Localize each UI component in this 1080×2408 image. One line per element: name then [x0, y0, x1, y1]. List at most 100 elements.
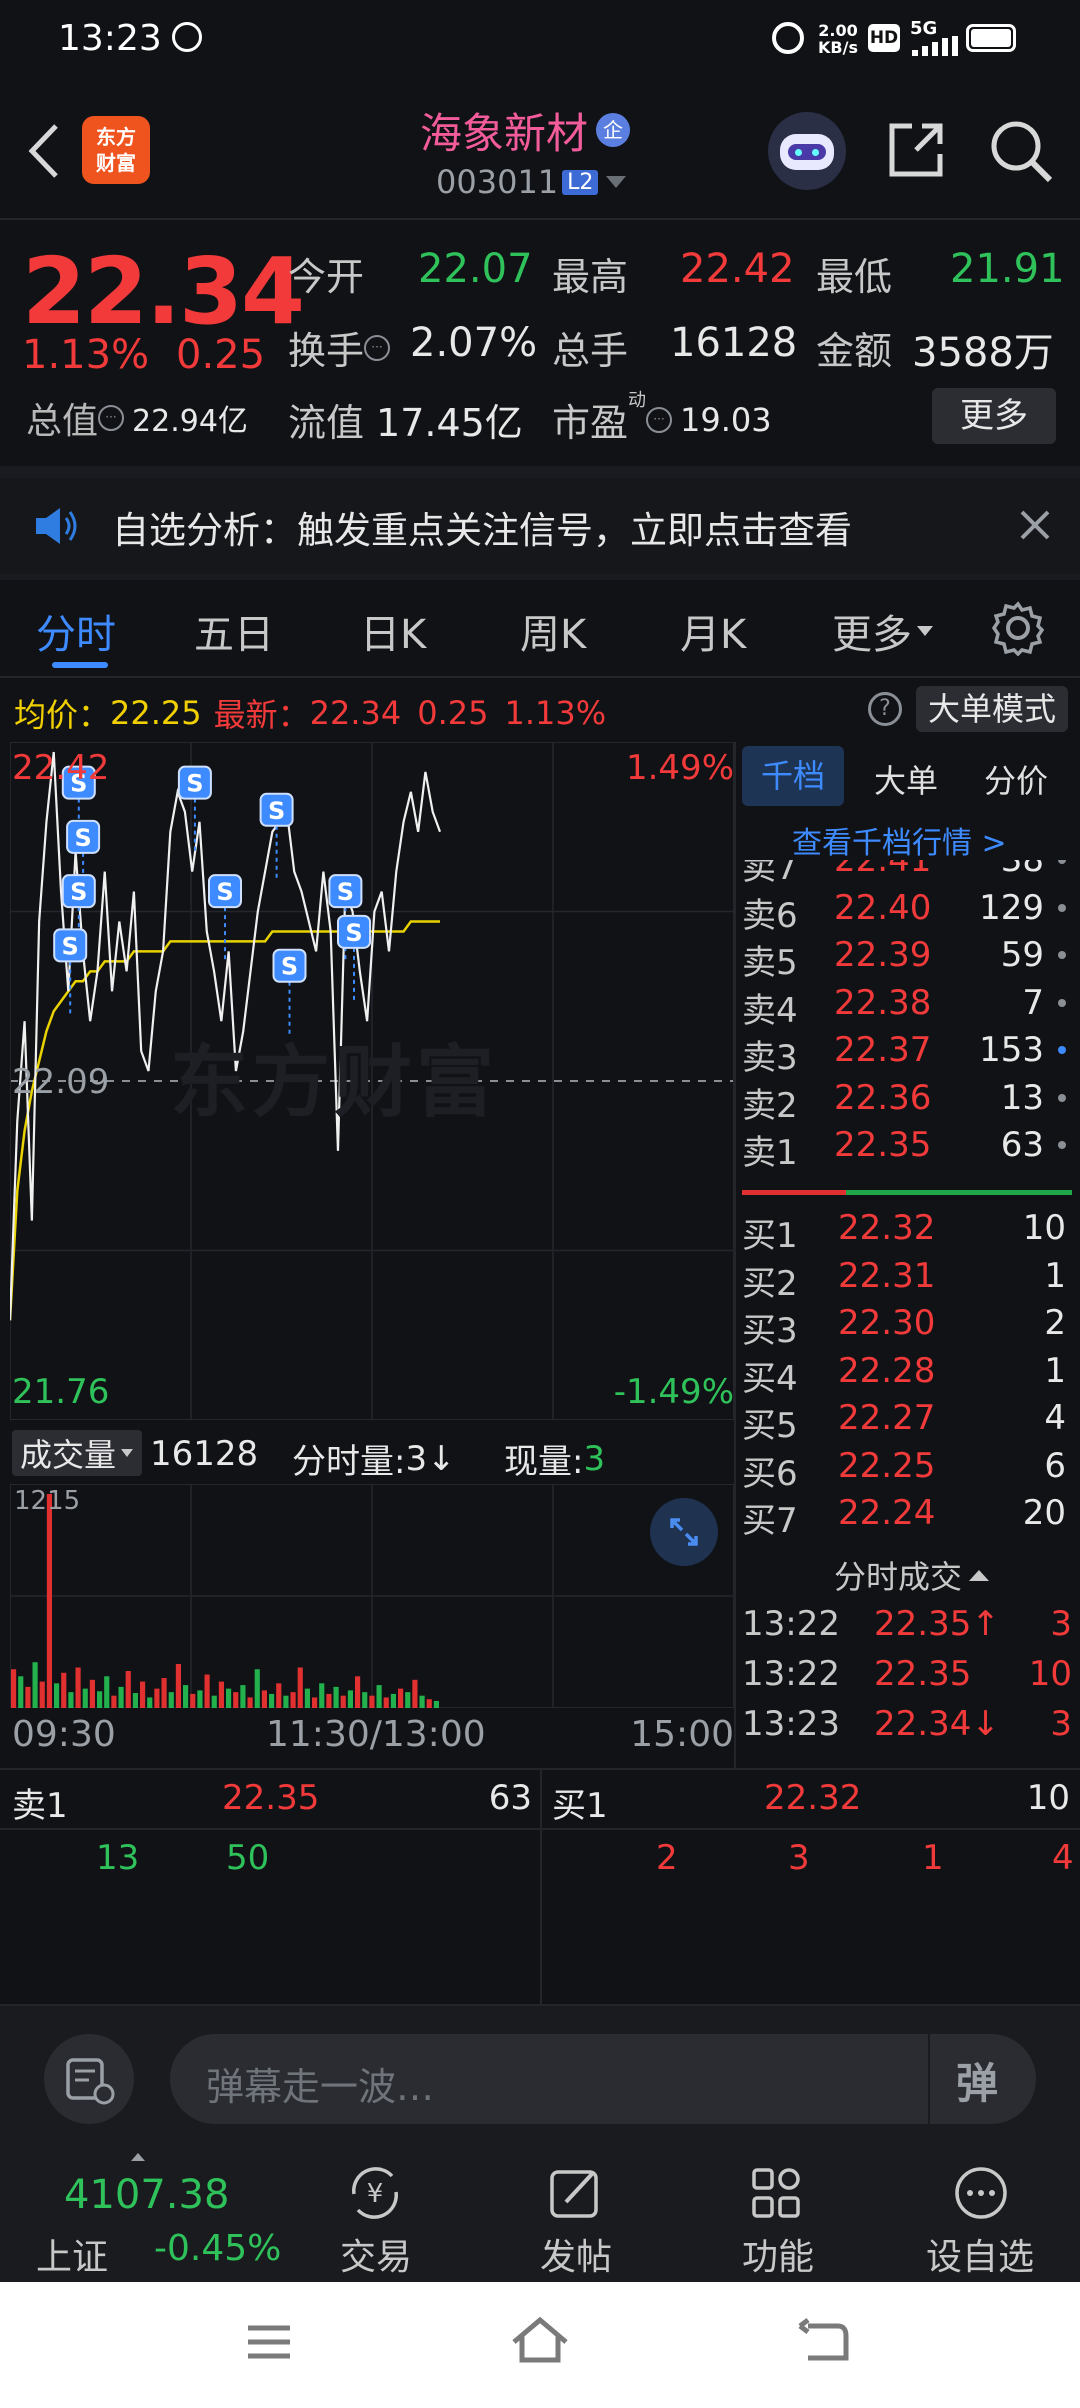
danmaku-toggle-icon[interactable]: 弹	[956, 2050, 998, 2111]
info-icon[interactable]: ···	[646, 406, 673, 433]
ask-price: 22.38	[834, 982, 932, 1023]
nav-post[interactable]: 发帖	[520, 2148, 630, 2282]
ask-price: 22.40	[834, 887, 932, 928]
ask-volume: 59	[1000, 935, 1044, 975]
ask-row[interactable]: 卖3 22.37 153	[738, 1026, 1080, 1078]
tab-intraday[interactable]: 分时	[36, 602, 116, 660]
bid-row[interactable]: 买1 22.32 10	[738, 1204, 1080, 1256]
depth-link[interactable]: 查看千档行情 >	[792, 818, 1007, 862]
tick-time: 13:23	[742, 1704, 840, 1744]
tab-more[interactable]: 更多	[832, 602, 934, 660]
volume-indicator-label: 成交量	[20, 1436, 117, 1474]
bid-price: 22.32	[838, 1208, 936, 1248]
volume-bar	[290, 1692, 296, 1708]
ask-list: 卖7 22.41 38 卖6 22.40 129 卖5 22.39 59 卖4 22.38 7 卖3 22…	[738, 860, 1080, 1222]
stock-title[interactable]: 海象新材 企	[420, 100, 631, 160]
current-volume: 现量: 3	[504, 1434, 605, 1483]
tick-row: 13:22 22.35↑ 3	[738, 1600, 1080, 1650]
volume-bar	[89, 1679, 95, 1708]
low-label: 最低	[816, 255, 893, 299]
ask-row[interactable]: 卖5 22.39 59	[738, 931, 1080, 983]
ask-row[interactable]: 卖7 22.41 38	[738, 860, 1080, 888]
ask-row[interactable]: 卖2 22.36 13	[738, 1074, 1080, 1126]
axis-bottom-pct: -1.49%	[613, 1372, 734, 1412]
tab-big-order[interactable]: 大单	[874, 756, 938, 802]
nav-functions[interactable]: 功能	[722, 2148, 832, 2282]
settings-gear-icon[interactable]	[990, 600, 1046, 656]
robot-assistant-icon[interactable]	[768, 112, 846, 190]
watermark: 东方财富	[170, 1038, 499, 1128]
big-order-mode-button[interactable]: 大单模式	[916, 686, 1068, 732]
tab-daily-k[interactable]: 日K	[360, 602, 426, 660]
bid-row[interactable]: 买5 22.27 4	[738, 1394, 1080, 1446]
bid-row[interactable]: 买4 22.28 1	[738, 1347, 1080, 1399]
bid-row[interactable]: 买7 22.24 20	[738, 1489, 1080, 1541]
stock-code-row[interactable]: 003011 L2	[436, 162, 628, 202]
danmaku-bar: 弹幕走一波… 弹	[0, 2006, 1080, 2148]
danmaku-input[interactable]: 弹幕走一波… 弹	[170, 2034, 1036, 2124]
open-value: 22.07	[418, 246, 533, 292]
tick-row: 13:22 22.35 10	[738, 1650, 1080, 1700]
sell-signal-label: S	[337, 878, 354, 906]
price-chart[interactable]: SSSSSSSSSS 东方财富 22.42 22.09 21.76 1.49% …	[10, 742, 734, 1420]
index-ticker[interactable]: 4107.38 上证 -0.45%	[0, 2148, 300, 2282]
nav-add-watchlist-label: 设自选	[926, 2237, 1035, 2278]
logo-line1: 东方	[96, 125, 136, 149]
info-icon[interactable]: ···	[364, 334, 391, 361]
help-icon[interactable]: ?	[868, 692, 902, 726]
bid-row[interactable]: 买3 22.30 2	[738, 1299, 1080, 1351]
home-icon[interactable]	[510, 2314, 570, 2366]
volume-bar	[398, 1688, 404, 1708]
ask-row[interactable]: 卖1 22.35 63	[738, 1121, 1080, 1173]
volume-bar	[97, 1691, 103, 1708]
tab-price-distribution[interactable]: 分价	[984, 756, 1048, 802]
volume-bar	[433, 1700, 439, 1708]
axis-bottom-price: 21.76	[12, 1372, 110, 1412]
net-speed-value: 2.00	[818, 21, 858, 40]
volume-bar	[333, 1686, 339, 1708]
danmaku-input-divider	[928, 2034, 930, 2124]
volume-bar	[175, 1663, 181, 1708]
axis-top-price: 22.42	[12, 748, 110, 788]
more-quote-button[interactable]: 更多	[932, 388, 1056, 444]
bid-volume: 1	[1044, 1255, 1066, 1296]
turnover-label-row: 换手 ···	[288, 320, 391, 375]
ask-row[interactable]: 卖4 22.38 7	[738, 979, 1080, 1031]
caret-down-icon	[121, 1449, 134, 1457]
danmaku-settings-icon[interactable]	[44, 2034, 134, 2124]
volume-chart[interactable]: 1215	[10, 1484, 734, 1708]
bid-row[interactable]: 买6 22.25 6	[738, 1442, 1080, 1494]
volume-indicator-select[interactable]: 成交量	[12, 1430, 143, 1476]
back-nav-icon[interactable]	[796, 2318, 850, 2364]
ask-row[interactable]: 卖6 22.40 129	[738, 884, 1080, 936]
ask-dot	[1058, 1046, 1066, 1054]
close-icon[interactable]	[1018, 508, 1052, 542]
minute-volume: 分时量: 3↓	[292, 1434, 456, 1483]
nav-trade[interactable]: ¥ 交易	[320, 2148, 430, 2282]
search-icon[interactable]	[988, 118, 1054, 184]
tab-five-day[interactable]: 五日	[194, 602, 274, 660]
info-icon[interactable]: ···	[98, 405, 125, 431]
trade-yen-icon: ¥	[352, 2167, 398, 2219]
ticks-header[interactable]: 分时成交	[834, 1552, 990, 1598]
queue-buy-label: 买1	[552, 1786, 608, 1826]
share-icon[interactable]	[886, 120, 946, 180]
nav-add-watchlist[interactable]: 设自选	[912, 2148, 1052, 2282]
eastmoney-logo[interactable]: 东方 财富	[82, 116, 150, 184]
bottom-nav: 4107.38 上证 -0.45% ¥ 交易 发帖 功能 设自选	[0, 2148, 1080, 2282]
svg-text:¥: ¥	[367, 2179, 384, 2209]
tab-weekly-k[interactable]: 周K	[520, 602, 586, 660]
queue-sell-item: 50	[226, 1838, 270, 1878]
enterprise-badge: 企	[596, 113, 631, 147]
back-icon[interactable]	[26, 122, 60, 180]
queue-buy-price: 22.32	[764, 1778, 862, 1818]
pe-label: 市盈	[552, 401, 629, 445]
bid-row[interactable]: 买2 22.31 1	[738, 1252, 1080, 1304]
tab-depth[interactable]: 千档	[742, 746, 844, 806]
tab-monthly-k[interactable]: 月K	[680, 602, 746, 660]
expand-chart-icon[interactable]	[650, 1498, 718, 1566]
volume-bar	[118, 1686, 124, 1708]
signal-notice[interactable]: 自选分析：触发重点关注信号，立即点击查看	[0, 478, 1080, 574]
tick-volume: 10	[1028, 1654, 1072, 1694]
menu-icon[interactable]	[244, 2322, 294, 2362]
